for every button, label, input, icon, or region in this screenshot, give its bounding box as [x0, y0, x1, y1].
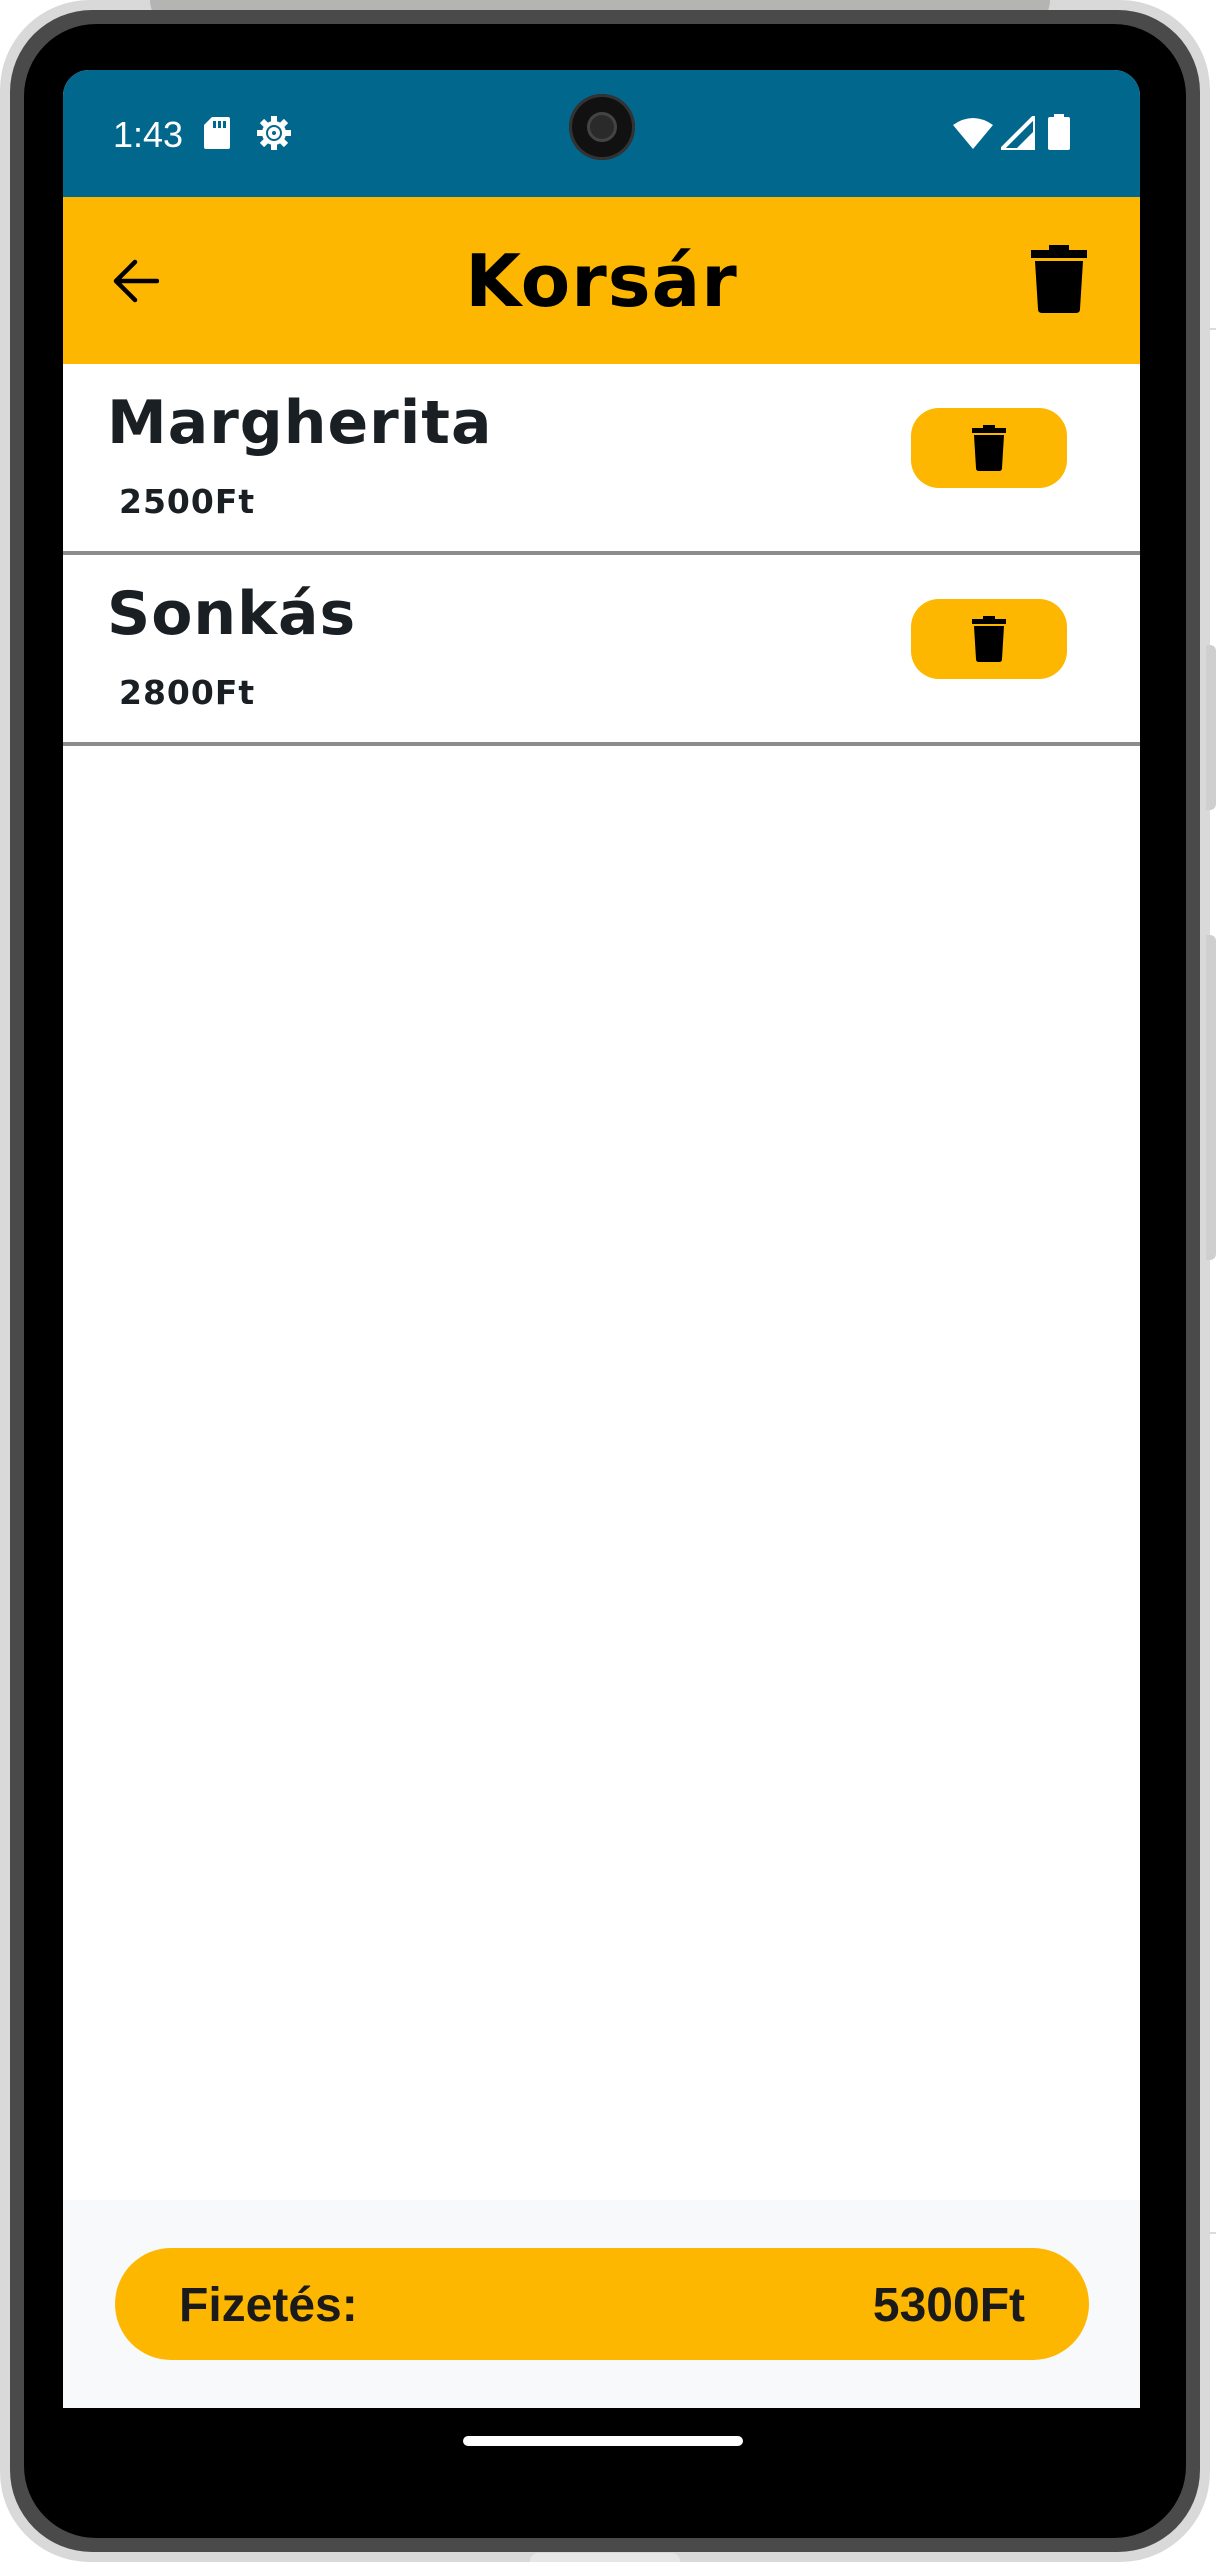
trash-icon — [972, 425, 1006, 471]
status-bar: 1:43 — [63, 70, 1140, 197]
clear-cart-button[interactable] — [1031, 245, 1087, 313]
power-button[interactable] — [1206, 645, 1216, 810]
front-camera — [569, 94, 635, 160]
checkout-total: 5300Ft — [872, 2279, 1025, 2332]
remove-item-button[interactable] — [911, 599, 1067, 679]
home-gesture-handle[interactable] — [463, 2436, 743, 2446]
list-item: Margherita 2500Ft — [63, 364, 1140, 555]
item-name: Sonkás — [107, 579, 357, 649]
item-price: 2800Ft — [119, 673, 256, 712]
wifi-icon — [953, 118, 993, 149]
battery-icon — [1048, 114, 1070, 150]
checkout-label: Fizetés: — [179, 2279, 358, 2332]
sd-card-icon — [204, 117, 230, 149]
app-bar: Korsár — [63, 197, 1140, 364]
device-bottom-edge — [530, 2553, 680, 2562]
back-button[interactable] — [103, 249, 167, 313]
item-name: Margherita — [107, 388, 493, 458]
item-price: 2500Ft — [119, 482, 256, 521]
status-time: 1:43 — [113, 114, 184, 155]
volume-button[interactable] — [1206, 935, 1216, 1260]
cart-list: Margherita 2500Ft Sonkás 2800Ft — [63, 364, 1140, 746]
settings-gear-icon — [257, 116, 291, 150]
trash-icon — [1031, 245, 1087, 313]
trash-icon — [972, 616, 1006, 662]
app-screen: 1:43 Korsár Margherita 2500Ft Sonkás 280… — [63, 70, 1140, 2468]
checkout-footer: Fizetés: 5300Ft — [63, 2200, 1140, 2408]
remove-item-button[interactable] — [911, 408, 1067, 488]
cell-signal-icon — [1001, 116, 1035, 150]
page-title: Korsár — [465, 238, 738, 323]
list-item: Sonkás 2800Ft — [63, 555, 1140, 746]
checkout-button[interactable]: Fizetés: 5300Ft — [115, 2248, 1089, 2360]
arrow-left-icon — [113, 259, 159, 303]
